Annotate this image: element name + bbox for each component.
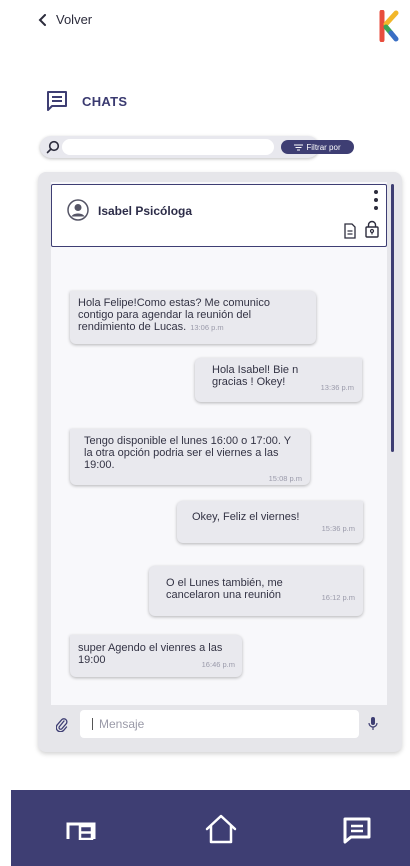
chat-conversation[interactable]: Isabel Psicóloga Hola Felipe!Como estas?…	[51, 182, 387, 705]
chat-scrollbar[interactable]	[391, 184, 394, 452]
composer: Mensaje	[52, 710, 388, 738]
chat-panel: Isabel Psicóloga Hola Felipe!Como estas?…	[38, 172, 402, 752]
brand-logo	[379, 10, 399, 42]
message-placeholder: Mensaje	[99, 717, 145, 731]
message-time: 15:36 p.m	[321, 524, 355, 533]
contact-name: Isabel Psicóloga	[98, 204, 193, 218]
message-bubble: super Agendo el vienres a las 19:00 16:4…	[70, 635, 242, 677]
message-time: 13:36 p.m	[320, 383, 354, 392]
message-time: 15:08 p.m	[268, 474, 302, 483]
chevron-left-icon	[38, 13, 46, 26]
message-text: Hola Felipe!Como estas? Me comunico cont…	[78, 297, 270, 333]
nav-desk-button[interactable]	[66, 820, 96, 840]
message-time: 16:12 p.m	[321, 593, 355, 602]
contact-header[interactable]: Isabel Psicóloga	[51, 184, 387, 247]
document-icon[interactable]	[343, 223, 357, 239]
kebab-menu-icon[interactable]	[373, 189, 379, 211]
home-icon	[205, 814, 237, 844]
filter-label: Filtrar por	[306, 142, 341, 152]
message-bubble: O el Lunes también, me cancelaron una re…	[149, 566, 363, 616]
filter-icon	[294, 144, 304, 150]
message-bubble: Hola Felipe!Como estas? Me comunico cont…	[70, 291, 316, 344]
search-icon[interactable]	[46, 140, 60, 154]
search-bar: Filtrar por	[40, 136, 354, 158]
search-input[interactable]	[62, 139, 274, 155]
message-bubble: Okey, Feliz el viernes! 15:36 p.m	[177, 501, 363, 543]
chats-heading: CHATS	[46, 90, 127, 112]
top-bar: Volver	[0, 0, 410, 50]
text-caret	[92, 718, 93, 730]
page-title: CHATS	[82, 93, 128, 109]
chat-icon	[47, 91, 67, 111]
nav-chats-button[interactable]	[342, 816, 372, 844]
message-time: 16:46 p.m	[201, 660, 235, 669]
chat-icon	[343, 817, 371, 844]
filter-button[interactable]: Filtrar por	[281, 140, 354, 154]
lock-icon[interactable]	[365, 220, 379, 238]
message-text: Okey, Feliz el viernes!	[192, 511, 300, 523]
message-text: O el Lunes también, me cancelaron una re…	[166, 577, 283, 601]
message-bubble: Tengo disponible el lunes 16:00 o 17:00.…	[70, 429, 310, 485]
message-input[interactable]: Mensaje	[80, 710, 359, 738]
message-time: 13:06 p.m	[190, 323, 224, 332]
message-bubble: Hola Isabel! Bie n gracias ! Okey! 13:36…	[195, 358, 362, 402]
user-avatar-icon	[67, 199, 89, 221]
back-button[interactable]: Volver	[38, 12, 92, 27]
message-text: Tengo disponible el lunes 16:00 o 17:00.…	[84, 435, 291, 471]
bottom-nav	[11, 790, 410, 866]
microphone-icon[interactable]	[368, 716, 378, 731]
paperclip-icon[interactable]	[56, 717, 68, 732]
nav-home-button[interactable]	[204, 814, 238, 844]
back-label: Volver	[56, 12, 93, 27]
message-text: Hola Isabel! Bie n gracias ! Okey!	[212, 364, 299, 388]
desk-icon	[66, 822, 96, 840]
